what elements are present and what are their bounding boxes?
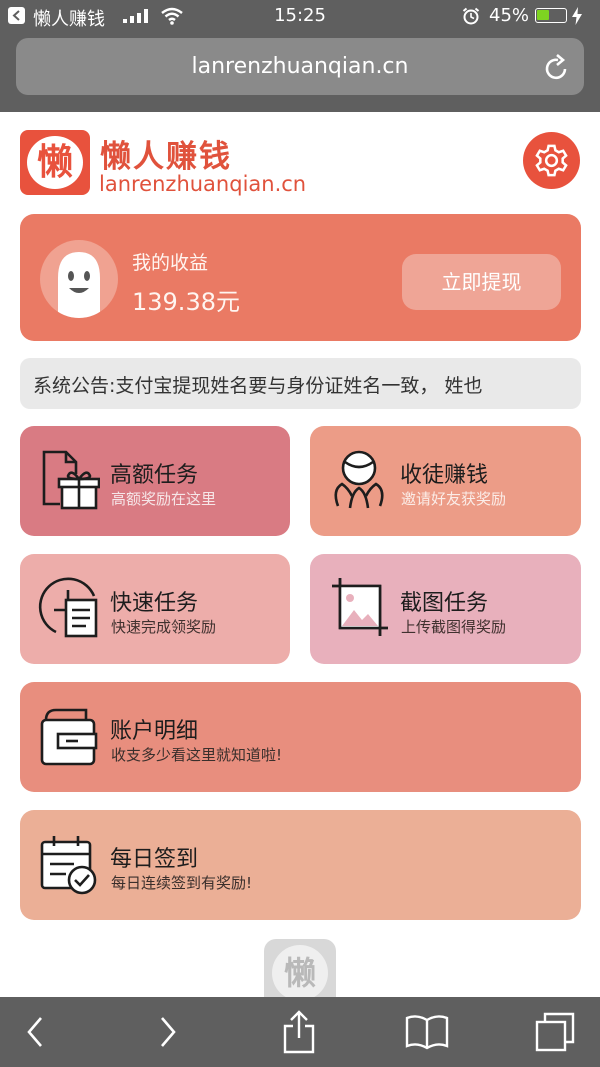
tile-subtitle: 邀请好友获奖励 [401, 490, 507, 508]
share-icon [283, 1010, 315, 1054]
tile-account-details[interactable]: 账户明细 收支多少看这里就知道啦! [20, 682, 581, 792]
url-text: lanrenzhuanqian.cn [191, 54, 409, 79]
tile-high-reward-tasks[interactable]: 高额任务 高额奖励在这里 [20, 426, 290, 536]
tile-subtitle: 收支多少看这里就知道啦! [111, 746, 283, 764]
wallet-icon [40, 708, 98, 766]
announcement-bar[interactable]: 系统公告:支付宝提现姓名要与身份证姓名一致， 姓也 [20, 358, 581, 409]
battery-icon [535, 8, 567, 23]
brand-logo: 懒 [20, 130, 90, 195]
chevron-right-icon [161, 1017, 176, 1047]
document-gift-icon [42, 450, 100, 510]
status-bar: 懒人赚钱 15:25 45% [0, 0, 600, 32]
browser-address-area: lanrenzhuanqian.cn [0, 32, 600, 112]
ghost-avatar-icon [58, 252, 100, 318]
people-icon [334, 450, 384, 509]
browser-toolbar [0, 997, 600, 1067]
chevron-left-icon [27, 1017, 42, 1047]
tile-invite-earn[interactable]: 收徒赚钱 邀请好友获奖励 [310, 426, 581, 536]
footer-logo: 懒 [264, 939, 336, 999]
tile-title: 高额任务 [110, 463, 199, 488]
tile-subtitle: 快速完成领奖励 [111, 618, 217, 636]
withdraw-button[interactable]: 立即提现 [402, 254, 561, 310]
tile-title: 每日签到 [110, 847, 199, 872]
image-crop-icon [332, 578, 388, 636]
reload-icon[interactable] [544, 53, 570, 81]
tile-title: 快速任务 [110, 591, 199, 616]
tabs-icon [535, 1012, 575, 1052]
tile-quick-tasks[interactable]: 快速任务 快速完成领奖励 [20, 554, 290, 664]
tile-subtitle: 上传截图得奖励 [401, 618, 507, 636]
gear-icon [535, 144, 568, 177]
tile-title: 截图任务 [400, 591, 489, 616]
earnings-card: 我的收益 139.38元 立即提现 [20, 214, 581, 341]
share-button[interactable] [259, 997, 339, 1067]
earnings-value: 139.38元 [132, 288, 240, 316]
settings-button[interactable] [523, 132, 580, 189]
charging-icon [572, 7, 582, 25]
url-bar[interactable]: lanrenzhuanqian.cn [16, 38, 584, 95]
brand-name-en: lanrenzhuanqian.cn [99, 172, 307, 196]
tile-screenshot-tasks[interactable]: 截图任务 上传截图得奖励 [310, 554, 581, 664]
tile-daily-checkin[interactable]: 每日签到 每日连续签到有奖励! [20, 810, 581, 920]
back-button[interactable] [0, 997, 75, 1067]
tile-subtitle: 每日连续签到有奖励! [111, 874, 253, 892]
clock-document-icon [38, 577, 98, 638]
bookmarks-button[interactable] [387, 997, 467, 1067]
announcement-text: 系统公告:支付宝提现姓名要与身份证姓名一致， 姓也 [33, 375, 483, 397]
battery-fill [537, 10, 549, 20]
earnings-label: 我的收益 [132, 252, 209, 274]
avatar[interactable] [40, 240, 118, 318]
brand-logo-char: 懒 [27, 136, 83, 189]
tile-title: 账户明细 [110, 719, 199, 744]
alarm-icon [462, 7, 480, 25]
tile-title: 收徒赚钱 [400, 463, 489, 488]
calendar-check-icon [40, 836, 97, 895]
brand-name-cn: 懒人赚钱 [100, 139, 232, 175]
footer-logo-char: 懒 [272, 945, 328, 999]
battery-percent: 45% [489, 5, 530, 26]
tabs-button[interactable] [515, 997, 595, 1067]
book-icon [405, 1015, 449, 1050]
forward-button[interactable] [128, 997, 208, 1067]
tile-subtitle: 高额奖励在这里 [111, 490, 217, 508]
